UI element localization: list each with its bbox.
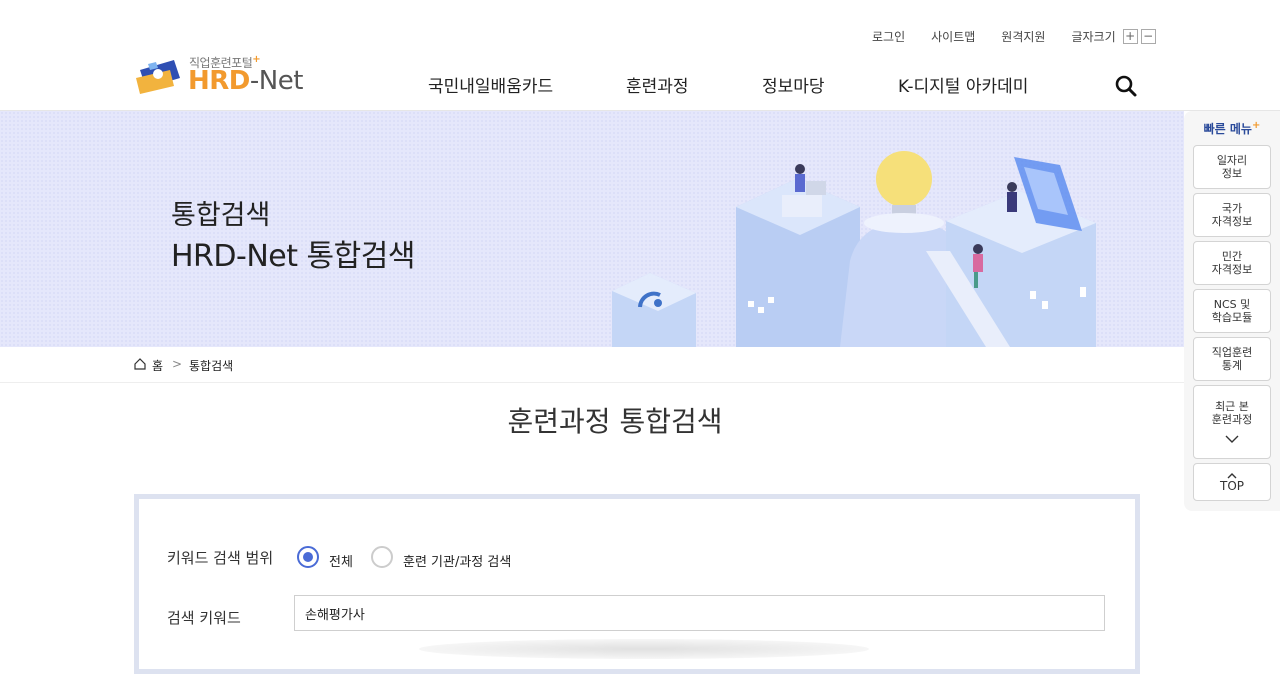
quick-private-cert[interactable]: 민간 자격정보: [1193, 241, 1271, 285]
scope-radio-institution[interactable]: [371, 546, 393, 568]
chevron-down-icon: [1225, 435, 1239, 443]
breadcrumb-separator: >: [172, 357, 183, 371]
keyword-input[interactable]: [294, 595, 1105, 631]
nav-information[interactable]: 정보마당: [762, 72, 825, 97]
breadcrumb: 홈 > 통합검색: [0, 347, 1184, 383]
scope-radio-institution-label[interactable]: 훈련 기관/과정 검색: [403, 551, 511, 570]
breadcrumb-home[interactable]: 홈: [152, 357, 163, 374]
quick-jobs-info[interactable]: 일자리 정보: [1193, 145, 1271, 189]
font-size-label: 글자크기: [1071, 30, 1116, 44]
quick-ncs-modules[interactable]: NCS 및 학습모듈: [1193, 289, 1271, 333]
page-title: 훈련과정 통합검색: [507, 405, 723, 438]
font-decrease-button[interactable]: −: [1140, 29, 1156, 44]
site-header: 로그인 사이트맵 원격지원 글자크기 + − 직업훈련포털+ HRD-Net 국…: [0, 0, 1280, 111]
search-form: 키워드 검색 범위 전체 훈련 기관/과정 검색 검색 키워드: [134, 494, 1140, 674]
home-icon[interactable]: [134, 358, 146, 370]
sitemap-link[interactable]: 사이트맵: [931, 28, 975, 45]
nav-k-digital-academy[interactable]: K-디지털 아카데미: [898, 72, 1028, 97]
decorative-shadow: [419, 639, 869, 659]
quick-training-stats[interactable]: 직업훈련 통계: [1193, 337, 1271, 381]
logo-wordmark: HRD-Net: [188, 66, 303, 96]
scope-radio-all[interactable]: [297, 546, 319, 568]
scope-radio-all-label[interactable]: 전체: [329, 551, 353, 570]
login-link[interactable]: 로그인: [872, 28, 905, 45]
nav-training-courses[interactable]: 훈련과정: [626, 72, 689, 97]
logo-emblem-icon: [136, 60, 180, 94]
hero-banner: 통합검색 HRD-Net 통합검색: [0, 111, 1184, 347]
keyword-label: 검색 키워드: [167, 609, 241, 627]
quick-national-cert[interactable]: 국가 자격정보: [1193, 193, 1271, 237]
banner-subtitle: HRD-Net 통합검색: [171, 239, 415, 274]
font-increase-button[interactable]: +: [1122, 29, 1138, 44]
top-button[interactable]: TOP: [1193, 463, 1271, 501]
remote-support-link[interactable]: 원격지원: [1001, 28, 1045, 45]
nav-national-card[interactable]: 국민내일배움카드: [428, 72, 553, 97]
isometric-illustration: [612, 151, 1096, 347]
quick-recent-courses[interactable]: 최근 본 훈련과정: [1193, 385, 1271, 459]
quick-menu: 빠른 메뉴+ 일자리 정보 국가 자격정보 민간 자격정보 NCS 및 학습모듈 직업훈…: [1184, 111, 1280, 511]
hrd-net-logo[interactable]: 직업훈련포털+ HRD-Net: [134, 54, 304, 96]
utility-menu: 로그인 사이트맵 원격지원 글자크기 + −: [872, 28, 1156, 45]
search-icon[interactable]: [1114, 74, 1138, 98]
scope-label: 키워드 검색 범위: [167, 549, 274, 567]
breadcrumb-current: 통합검색: [189, 359, 234, 373]
quick-menu-title: 빠른 메뉴+: [1203, 120, 1261, 136]
banner-title: 통합검색: [171, 200, 271, 231]
